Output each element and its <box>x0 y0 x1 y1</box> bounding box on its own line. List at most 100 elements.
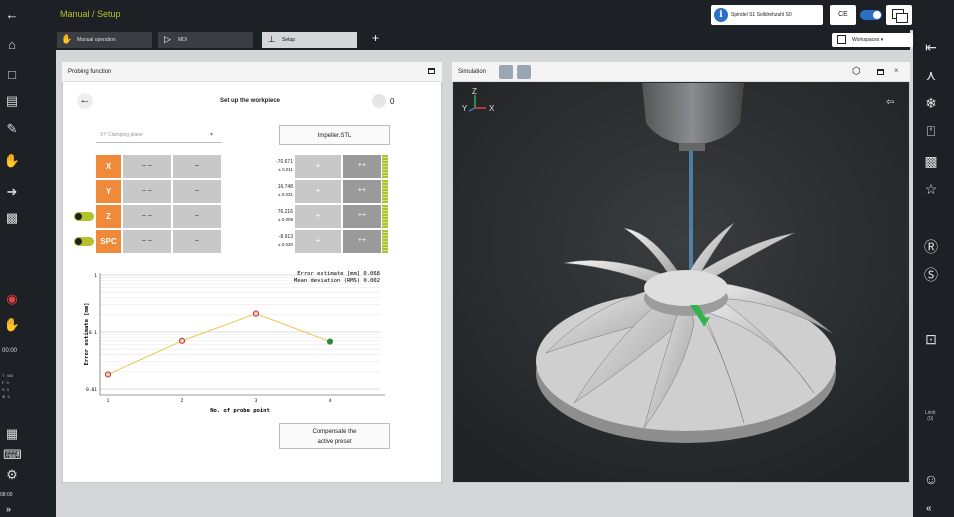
favorites-icon[interactable]: ☆ <box>920 180 942 198</box>
quality-indicator <box>382 205 388 228</box>
tab-mdi[interactable]: ▷ MDI <box>158 32 253 48</box>
jog-plus-plus-button[interactable]: ++ <box>343 230 381 253</box>
tab-label: Manual operation <box>77 37 116 43</box>
jog-minus-button[interactable]: – <box>173 205 221 228</box>
y-tick-label: 1 <box>94 273 97 279</box>
data-points <box>104 310 334 378</box>
side-panel-icon[interactable]: ⇤ <box>920 38 942 56</box>
back-button[interactable]: ← <box>77 93 93 109</box>
list-view-icon[interactable] <box>499 65 513 79</box>
quality-indicator <box>382 155 388 178</box>
expand-icon[interactable]: » <box>6 504 11 514</box>
y-axis-title: Error estimate [mm] <box>84 303 90 366</box>
hand-status-icon: ✋ <box>3 317 21 332</box>
compensate-line1: Compensate the <box>312 429 357 435</box>
clamping-plane-select[interactable]: XY Clamping plane <box>96 127 222 143</box>
maximize-icon[interactable] <box>877 69 884 75</box>
tab-setup[interactable]: ⊥ Setup <box>262 32 357 48</box>
tab-label: MDI <box>178 37 188 43</box>
table-icon[interactable]: ▤ <box>3 92 21 110</box>
cube-view-icon[interactable]: ⬡ <box>852 66 861 77</box>
folder-icon[interactable]: □ <box>3 66 21 84</box>
tab-label: Setup <box>282 37 296 43</box>
axis-value: 16.748 ± 0.031 <box>223 180 293 203</box>
jog-plus-plus-button[interactable]: ++ <box>343 205 381 228</box>
x-tick-label: 4 <box>329 398 332 404</box>
pin-icon: ⇦ <box>886 97 894 108</box>
chevron-down-icon[interactable]: ▾ <box>210 127 213 143</box>
x-tick-labels: 1 2 3 4 <box>107 398 332 404</box>
windows-icon[interactable] <box>886 5 912 25</box>
jog-minus-button[interactable]: – <box>173 230 221 253</box>
jog-minus-minus-button[interactable]: – – <box>123 230 171 253</box>
hand-icon: ✋ <box>61 34 73 44</box>
probing-icon[interactable]: ⊡ <box>920 330 942 348</box>
spindle-status[interactable]: i Spindel S1 Solldrehzahl S0 <box>711 5 823 25</box>
x-tick-label: 1 <box>107 398 110 404</box>
breadcrumb: Manual / Setup <box>60 9 121 19</box>
axis-value: 76.216 ± 0.009 <box>223 205 293 228</box>
spindle-override-icon[interactable]: Ⓢ <box>920 266 942 284</box>
workspaces-dropdown[interactable]: Workspaces ▾ <box>832 33 914 47</box>
back-arrow-icon[interactable]: ← <box>0 0 24 30</box>
run-program-icon[interactable]: ➜ <box>3 183 21 201</box>
program-edit-icon[interactable]: ✎ <box>3 120 21 138</box>
add-tab-button[interactable]: + <box>372 31 379 45</box>
axis-label: Z <box>96 205 121 228</box>
jog-plus-plus-button[interactable]: ++ <box>343 180 381 203</box>
axis-y-label: Y <box>462 104 468 113</box>
setup-icon: ⊥ <box>267 34 276 44</box>
stop-target-icon[interactable]: ◉ <box>3 290 21 308</box>
close-icon[interactable]: × <box>894 66 899 75</box>
jog-minus-minus-button[interactable]: – – <box>123 205 171 228</box>
workpiece-view-icon[interactable] <box>517 65 531 79</box>
jog-plus-plus-button[interactable]: ++ <box>343 155 381 178</box>
jog-minus-minus-button[interactable]: – – <box>123 155 171 178</box>
x-axis-title: No. of probe point <box>210 408 270 414</box>
spc-axis-toggle[interactable] <box>74 237 94 246</box>
x-tick-label: 3 <box>255 398 258 404</box>
z-axis-toggle[interactable] <box>74 212 94 221</box>
feed-override-icon[interactable]: Ⓡ <box>920 238 942 256</box>
time-display-2: 08:00 <box>0 492 13 498</box>
tab-manual-operation[interactable]: ✋ Manual operation <box>57 32 152 48</box>
probe-counter: 0 <box>390 97 395 106</box>
keyboard-icon[interactable]: ⌨ <box>3 446 22 464</box>
settings-icon[interactable]: ⚙ <box>3 466 21 484</box>
model-file-button[interactable]: Impeller.STL <box>279 125 390 145</box>
axis-value: -70.671 ± 0.011 <box>223 155 293 178</box>
compensate-preset-button[interactable]: Compensate the active preset <box>279 423 390 449</box>
manual-hand-icon[interactable]: ✋ <box>3 152 21 170</box>
jog-minus-button[interactable]: – <box>173 155 221 178</box>
probing-title: Set up the workpiece <box>220 98 281 104</box>
machine-function-icon[interactable]: ▩ <box>920 152 942 170</box>
info-icon: i <box>714 8 728 22</box>
probe-counter-icon <box>372 94 386 108</box>
user-icon[interactable]: ☺ <box>920 470 942 488</box>
jog-plus-button[interactable]: + <box>295 180 341 203</box>
time-display: 00:00 <box>2 348 18 354</box>
machine-icon[interactable]: ▩ <box>3 209 21 227</box>
quality-indicator <box>382 180 388 203</box>
jog-plus-button[interactable]: + <box>295 230 341 253</box>
coolant-icon[interactable]: ❄ <box>920 94 942 112</box>
compensate-line2: active preset <box>317 439 352 445</box>
error-estimate-chart: Error estimate [mm] 0.068 Mean deviation… <box>84 271 385 414</box>
jog-minus-minus-button[interactable]: – – <box>123 180 171 203</box>
channel-button[interactable]: CE <box>830 5 856 25</box>
axis-x-label: X <box>489 104 495 113</box>
collapse-icon[interactable]: « <box>926 503 932 514</box>
program-switch-icon[interactable]: ⍞ <box>920 122 942 140</box>
maximize-icon[interactable] <box>428 68 435 74</box>
calculator-icon[interactable]: ▦ <box>3 425 21 443</box>
tool-holder-icon[interactable]: ⋏ <box>920 66 942 84</box>
jog-plus-button[interactable]: + <box>295 205 341 228</box>
annotation-rms: Mean deviation (RMS) 0.002 <box>294 278 380 284</box>
jog-minus-button[interactable]: – <box>173 180 221 203</box>
home-icon[interactable]: ⌂ <box>3 36 21 54</box>
mode-toggle[interactable] <box>860 10 882 20</box>
y-tick-label: 0.01 <box>86 387 97 393</box>
jog-plus-button[interactable]: + <box>295 155 341 178</box>
axis-tolerance: ± 0.009 <box>278 217 293 222</box>
axis-z-label: Z <box>472 87 477 96</box>
